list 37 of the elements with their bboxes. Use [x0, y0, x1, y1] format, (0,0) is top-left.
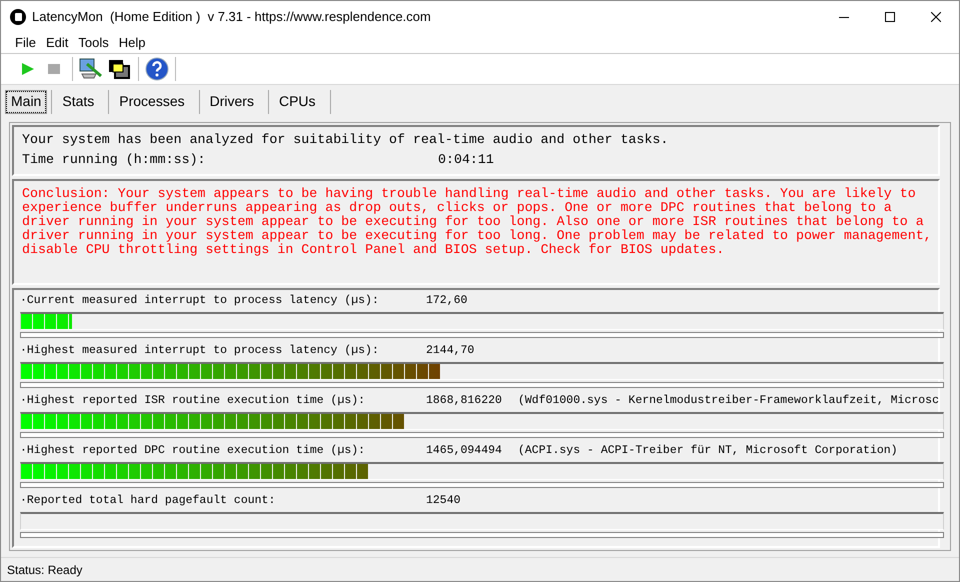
- meter-label: ·Highest measured interrupt to process latency (µs):: [20, 343, 380, 360]
- menu-item[interactable]: Tools: [77, 32, 110, 52]
- menu-item[interactable]: File: [14, 32, 37, 52]
- tab[interactable]: Drivers: [200, 90, 264, 114]
- meter-value: 2144,70: [426, 343, 476, 360]
- windows-icon: [108, 59, 130, 79]
- menu-item[interactable]: Help: [118, 32, 146, 52]
- meter-value: 1868,816220: [426, 393, 503, 410]
- tab[interactable]: Main: [5, 90, 48, 114]
- meter-detail: (Wdf01000.sys - Kernelmodustreiber-Frameworklaufzeit, Microsc: [518, 393, 939, 410]
- meter-label: ·Reported total hard pagefault count:: [20, 493, 276, 510]
- computer-button[interactable]: [78, 57, 104, 81]
- maximize-icon: [885, 12, 895, 22]
- menu-item[interactable]: Edit: [44, 32, 70, 52]
- conclusion-text: Conclusion: Your system appears to be having trouble handling real-time audio and other tasks. You are likely to experience buffer underruns appearing as drop outs, clicks or pops. One or more DPC routines that belong to a driver running in your system appear to be executing for too long. Also one or more ISR routines that belong to a driver running in your system appear to be executing for too long. One problem may be related to power management, disable CPU throttling settings in Control Panel and BIOS setup. Check for BIOS updates.: [22, 187, 930, 257]
- computer-icon: [79, 58, 103, 80]
- meter-value: 172,60: [426, 293, 468, 310]
- time-value: 0:04:11: [438, 151, 494, 169]
- tab[interactable]: CPUs: [268, 90, 326, 114]
- meter-label: ·Highest reported ISR routine execution time (µs):: [20, 393, 366, 410]
- help-icon: [145, 57, 169, 81]
- help-button[interactable]: [143, 56, 171, 82]
- tab[interactable]: Processes: [109, 90, 195, 114]
- close-icon: [931, 12, 941, 22]
- play-icon: [22, 63, 34, 75]
- meter-label: ·Current measured interrupt to process latency (µs):: [20, 293, 380, 310]
- meter-detail: (ACPI.sys - ACPI-Treiber für NT, Microsoft Corporation): [518, 443, 898, 460]
- tab[interactable]: Stats: [52, 90, 104, 114]
- meter-label: ·Highest reported DPC routine execution time (µs):: [20, 443, 366, 460]
- app-icon: [10, 8, 26, 24]
- summary-text: Your system has been analyzed for suitability of real-time audio and other tasks.: [22, 131, 670, 149]
- meter-value: 12540: [426, 493, 462, 510]
- time-label: Time running (h:mm:ss):: [22, 151, 207, 169]
- window-title: LatencyMon (Home Edition ) v 7.31 - https://www.resplendence.com: [32, 8, 431, 26]
- stop-icon: [48, 63, 60, 75]
- meter-value: 1465,094494: [426, 443, 503, 460]
- status-text: Status: Ready: [7, 562, 82, 578]
